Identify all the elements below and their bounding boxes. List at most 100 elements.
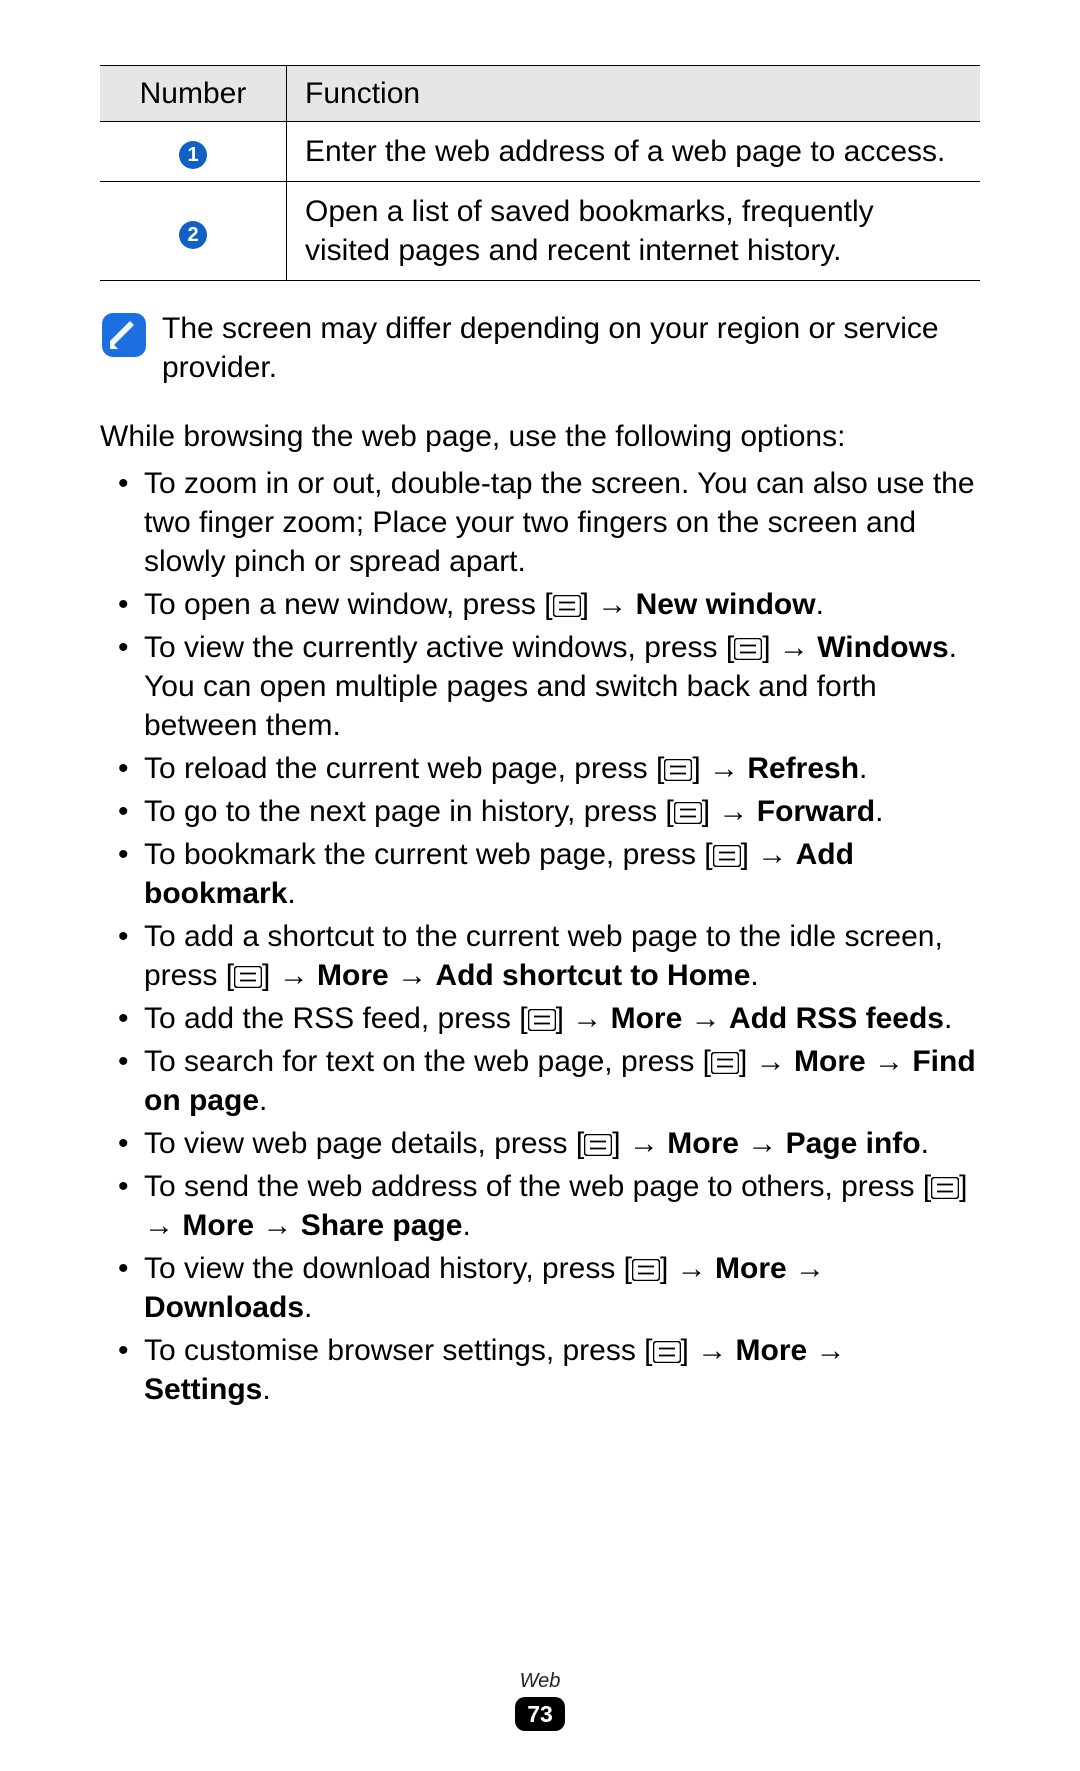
list-text: To bookmark the current web page, press … (144, 838, 713, 871)
list-text: To go to the next page in history, press… (144, 795, 674, 828)
section-title: Web (0, 1670, 1080, 1693)
list-text: ] → (612, 1127, 667, 1160)
list-text: ] → (660, 1252, 715, 1285)
menu-key-icon (711, 1052, 739, 1074)
bold-label: Settings (144, 1373, 262, 1406)
list-text: To customise browser settings, press [ (144, 1334, 653, 1367)
list-text: ] → (741, 838, 796, 871)
period: . (304, 1291, 312, 1324)
bold-label: Page info (786, 1127, 921, 1160)
note-callout: The screen may differ depending on your … (100, 309, 980, 387)
list-text: To view the download history, press [ (144, 1252, 632, 1285)
period: . (875, 795, 883, 828)
list-text: ] → (262, 959, 317, 992)
list-text: To zoom in or out, double-tap the screen… (144, 467, 975, 578)
menu-key-icon (664, 759, 692, 781)
list-item: To send the web address of the web page … (144, 1167, 980, 1245)
list-item: To view web page details, press [ ] → Mor… (144, 1124, 980, 1163)
bold-label: Add shortcut to Home (435, 959, 750, 992)
list-text: To view web page details, press [ (144, 1127, 584, 1160)
arrow-sep: → (389, 959, 436, 992)
bold-label: More (736, 1334, 808, 1367)
period: . (287, 877, 295, 910)
list-item: To search for text on the web page, pres… (144, 1042, 980, 1120)
period: . (259, 1084, 267, 1117)
period: . (750, 959, 758, 992)
list-item: To bookmark the current web page, press … (144, 835, 980, 913)
arrow-sep: → (787, 1252, 825, 1285)
list-item: To zoom in or out, double-tap the screen… (144, 464, 980, 581)
list-text: To search for text on the web page, pres… (144, 1045, 711, 1078)
number-badge-icon: 2 (179, 221, 207, 249)
list-item: To go to the next page in history, press… (144, 792, 980, 831)
arrow-sep: → (807, 1334, 845, 1367)
list-text: To view the currently active windows, pr… (144, 631, 734, 664)
function-cell: Open a list of saved bookmarks, frequent… (287, 182, 981, 281)
bold-label: Windows (817, 631, 948, 664)
bold-label: Add RSS feeds (729, 1002, 944, 1035)
bold-label: More (794, 1045, 866, 1078)
function-table: Number Function 1 Enter the web address … (100, 65, 980, 281)
list-text: ] → (556, 1002, 611, 1035)
menu-key-icon (584, 1134, 612, 1156)
arrow-sep: → (739, 1127, 786, 1160)
period: . (859, 752, 867, 785)
arrow-sep: → (254, 1209, 301, 1242)
period: . (944, 1002, 952, 1035)
options-intro: While browsing the web page, use the fol… (100, 417, 980, 456)
bold-label: More (667, 1127, 739, 1160)
list-text: ] → (681, 1334, 736, 1367)
table-row: 2 Open a list of saved bookmarks, freque… (100, 182, 980, 281)
list-text: To add the RSS feed, press [ (144, 1002, 528, 1035)
arrow-sep: → (682, 1002, 729, 1035)
menu-key-icon (674, 802, 702, 824)
table-row: 1 Enter the web address of a web page to… (100, 122, 980, 182)
list-item: To add the RSS feed, press [ ] → More → A… (144, 999, 980, 1038)
list-text: ] → (739, 1045, 794, 1078)
list-text: ] → (762, 631, 817, 664)
col-header-function: Function (287, 66, 981, 122)
menu-key-icon (528, 1009, 556, 1031)
list-text: ] → (702, 795, 757, 828)
menu-key-icon (553, 595, 581, 617)
list-text: To open a new window, press [ (144, 588, 553, 621)
list-item: To customise browser settings, press [ ] … (144, 1331, 980, 1409)
list-item: To open a new window, press [ ] → New win… (144, 585, 980, 624)
page-footer: Web 73 (0, 1670, 1080, 1731)
menu-key-icon (632, 1259, 660, 1281)
bold-label: More (182, 1209, 254, 1242)
list-text: ] → (581, 588, 636, 621)
page-number-badge: 73 (515, 1697, 565, 1731)
function-cell: Enter the web address of a web page to a… (287, 122, 981, 182)
menu-key-icon (653, 1341, 681, 1363)
period: . (816, 588, 824, 621)
bold-label: Downloads (144, 1291, 304, 1324)
list-text: To send the web address of the web page … (144, 1170, 931, 1203)
period: . (462, 1209, 470, 1242)
bold-label: More (611, 1002, 683, 1035)
list-item: To reload the current web page, press []… (144, 749, 980, 788)
bold-label: Refresh (747, 752, 859, 785)
arrow-sep: → (866, 1045, 913, 1078)
menu-key-icon (734, 638, 762, 660)
bold-label: More (715, 1252, 787, 1285)
menu-key-icon (931, 1177, 959, 1199)
menu-key-icon (234, 966, 262, 988)
period: . (262, 1373, 270, 1406)
list-text: To reload the current web page, press [ (144, 752, 664, 785)
list-text: ] → (692, 752, 747, 785)
bold-label: Share page (301, 1209, 463, 1242)
table-header-row: Number Function (100, 66, 980, 122)
col-header-number: Number (100, 66, 287, 122)
note-text: The screen may differ depending on your … (162, 309, 980, 387)
list-item: To view the currently active windows, pr… (144, 628, 980, 745)
bold-label: More (317, 959, 389, 992)
options-list: To zoom in or out, double-tap the screen… (100, 464, 980, 1409)
number-badge-icon: 1 (179, 141, 207, 169)
note-icon (100, 311, 148, 359)
bold-label: Forward (757, 795, 875, 828)
manual-page: Number Function 1 Enter the web address … (0, 0, 1080, 1771)
bold-label: New window (636, 588, 816, 621)
period: . (921, 1127, 929, 1160)
list-item: To view the download history, press [ ] →… (144, 1249, 980, 1327)
